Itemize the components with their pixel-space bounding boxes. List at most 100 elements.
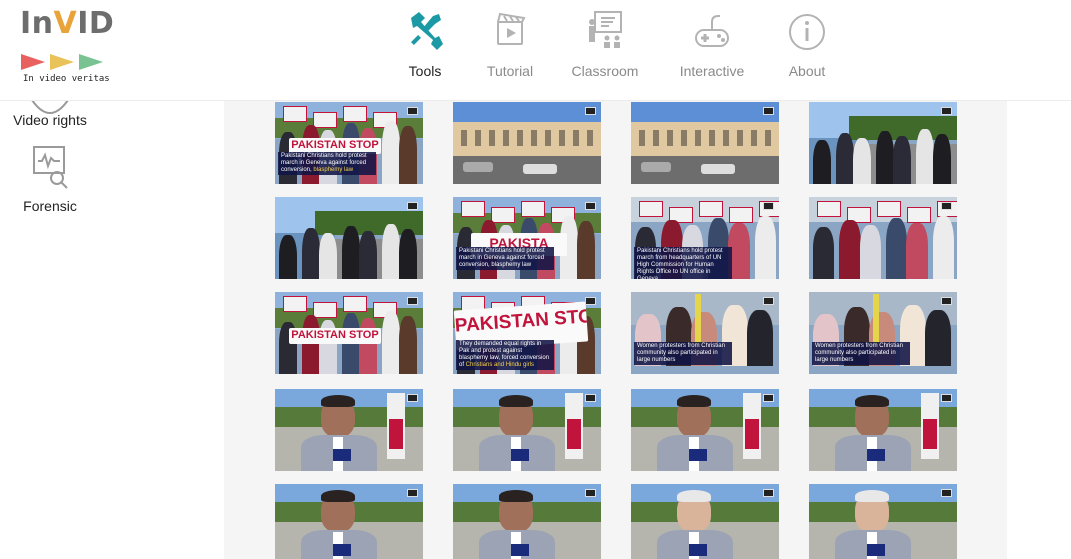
keyframe-thumbnail[interactable] <box>809 197 957 279</box>
nav-interactive-label: Interactive <box>679 63 745 79</box>
keyframe-thumbnail[interactable] <box>453 484 601 559</box>
protest-sign <box>313 112 337 128</box>
channel-logo-icon <box>941 202 952 210</box>
keyframe-thumbnail[interactable]: PAKISTA Pakistani Christians hold protest… <box>453 197 601 279</box>
building-window <box>695 130 701 146</box>
protest-sign <box>639 201 663 217</box>
protest-sign <box>343 106 367 122</box>
building-window <box>723 130 729 146</box>
crowd-figure <box>906 223 928 279</box>
microphone <box>511 544 529 556</box>
channel-logo-icon <box>407 202 418 210</box>
keyframe-thumbnail[interactable] <box>631 484 779 559</box>
flag-pole <box>695 294 701 344</box>
keyframe-thumbnail[interactable]: Women protesters from Christian communit… <box>809 292 957 374</box>
caption-text: Women protesters from Christian communit… <box>637 343 725 363</box>
keyframe-thumbnail[interactable]: PAKISTAN STOP Pakistani Christians hold p… <box>275 102 423 184</box>
info-icon <box>789 14 825 50</box>
crowd-figure <box>382 224 400 279</box>
keyframe-thumbnail[interactable]: Women protesters from Christian communit… <box>631 292 779 374</box>
news-caption: Pakistani Christians hold protest march … <box>456 247 554 270</box>
building-window <box>545 130 551 146</box>
keyframe-thumbnail[interactable]: PAKISTAN STOP They demanded equal rights … <box>453 292 601 374</box>
nav-tools[interactable]: Tools <box>377 0 473 100</box>
news-caption: They demanded equal rights in Pak and pr… <box>456 340 554 370</box>
channel-logo-icon <box>941 489 952 497</box>
keyframe-thumbnail[interactable] <box>453 389 601 471</box>
crowd-figure <box>319 233 337 279</box>
keyframe-thumbnail[interactable] <box>275 197 423 279</box>
channel-logo-icon <box>941 107 952 115</box>
protest-sign <box>877 201 901 217</box>
app-header: InVID In video veritas Tools Tutorial Cl… <box>0 0 1071 101</box>
building-window <box>517 130 523 146</box>
caption-text: Pakistani Christians hold protest march … <box>459 248 545 268</box>
keyframe-thumbnail[interactable] <box>631 389 779 471</box>
building-window <box>503 130 509 146</box>
building-window <box>737 130 743 146</box>
microphone <box>867 449 885 461</box>
nav-about-label: About <box>788 63 826 79</box>
channel-logo-icon <box>941 297 952 305</box>
keyframe-thumbnail[interactable] <box>275 389 423 471</box>
nav-classroom[interactable]: Classroom <box>557 0 653 100</box>
nav-tools-label: Tools <box>408 63 442 79</box>
caption-highlight: Christians and Hindu girls <box>465 362 535 368</box>
building-window <box>475 130 481 146</box>
building-window <box>681 130 687 146</box>
keyframe-thumbnail[interactable] <box>809 389 957 471</box>
nav-classroom-label: Classroom <box>571 63 639 79</box>
nav-about[interactable]: About <box>759 0 855 100</box>
crowd-figure <box>932 216 954 279</box>
nav-interactive[interactable]: Interactive <box>664 0 760 100</box>
building-window <box>461 130 467 146</box>
keyframe-thumbnail[interactable] <box>631 102 779 184</box>
building-window <box>489 130 495 146</box>
channel-logo-icon <box>763 489 774 497</box>
nav-tutorial[interactable]: Tutorial <box>462 0 558 100</box>
person-hair <box>855 395 889 407</box>
banner-text <box>923 419 937 449</box>
crowd-figure <box>754 216 776 279</box>
protest-sign <box>461 201 485 217</box>
crowd-figure <box>399 229 417 279</box>
keyframe-thumbnail[interactable]: PAKISTAN STOP <box>275 292 423 374</box>
news-caption: Women protesters from Christian communit… <box>812 342 910 365</box>
keyframe-thumbnail[interactable] <box>809 102 957 184</box>
protest-sign <box>817 201 841 217</box>
keyframe-thumbnail[interactable] <box>809 484 957 559</box>
crowd-figure <box>839 220 861 279</box>
crowd-figure <box>399 316 417 374</box>
channel-logo-icon <box>585 489 596 497</box>
building-window <box>667 130 673 146</box>
keyframe-thumbnail[interactable] <box>275 484 423 559</box>
crowd-figure <box>853 138 871 184</box>
crowd-figure <box>916 129 934 184</box>
channel-logo-icon <box>585 394 596 402</box>
channel-logo-icon <box>585 202 596 210</box>
person-hair <box>321 395 355 407</box>
keyframe-thumbnail[interactable] <box>453 102 601 184</box>
car <box>701 164 735 174</box>
protest-sign <box>343 296 367 312</box>
sidebar-item-forensic[interactable]: Forensic <box>0 144 100 214</box>
building-window <box>531 130 537 146</box>
building-window <box>573 130 579 146</box>
person-hair <box>855 490 889 502</box>
crowd-figure <box>876 131 894 184</box>
channel-logo-icon <box>407 394 418 402</box>
microphone <box>333 449 351 461</box>
sidebar-item-video-rights[interactable]: Video rights <box>0 100 100 128</box>
car <box>641 162 671 172</box>
keyframe-thumbnail[interactable]: Pakistani Christians hold protest march … <box>631 197 779 279</box>
protest-sign <box>313 302 337 318</box>
crowd-figure <box>342 226 360 279</box>
protest-sign <box>491 207 515 223</box>
news-caption: Women protesters from Christian communit… <box>634 342 732 365</box>
crowd-figure <box>813 227 835 279</box>
crowd-figure <box>813 140 831 184</box>
classroom-icon <box>589 11 622 48</box>
flag-pole <box>873 294 879 344</box>
car <box>463 162 493 172</box>
invid-logo[interactable]: InVID In video veritas <box>20 6 130 90</box>
